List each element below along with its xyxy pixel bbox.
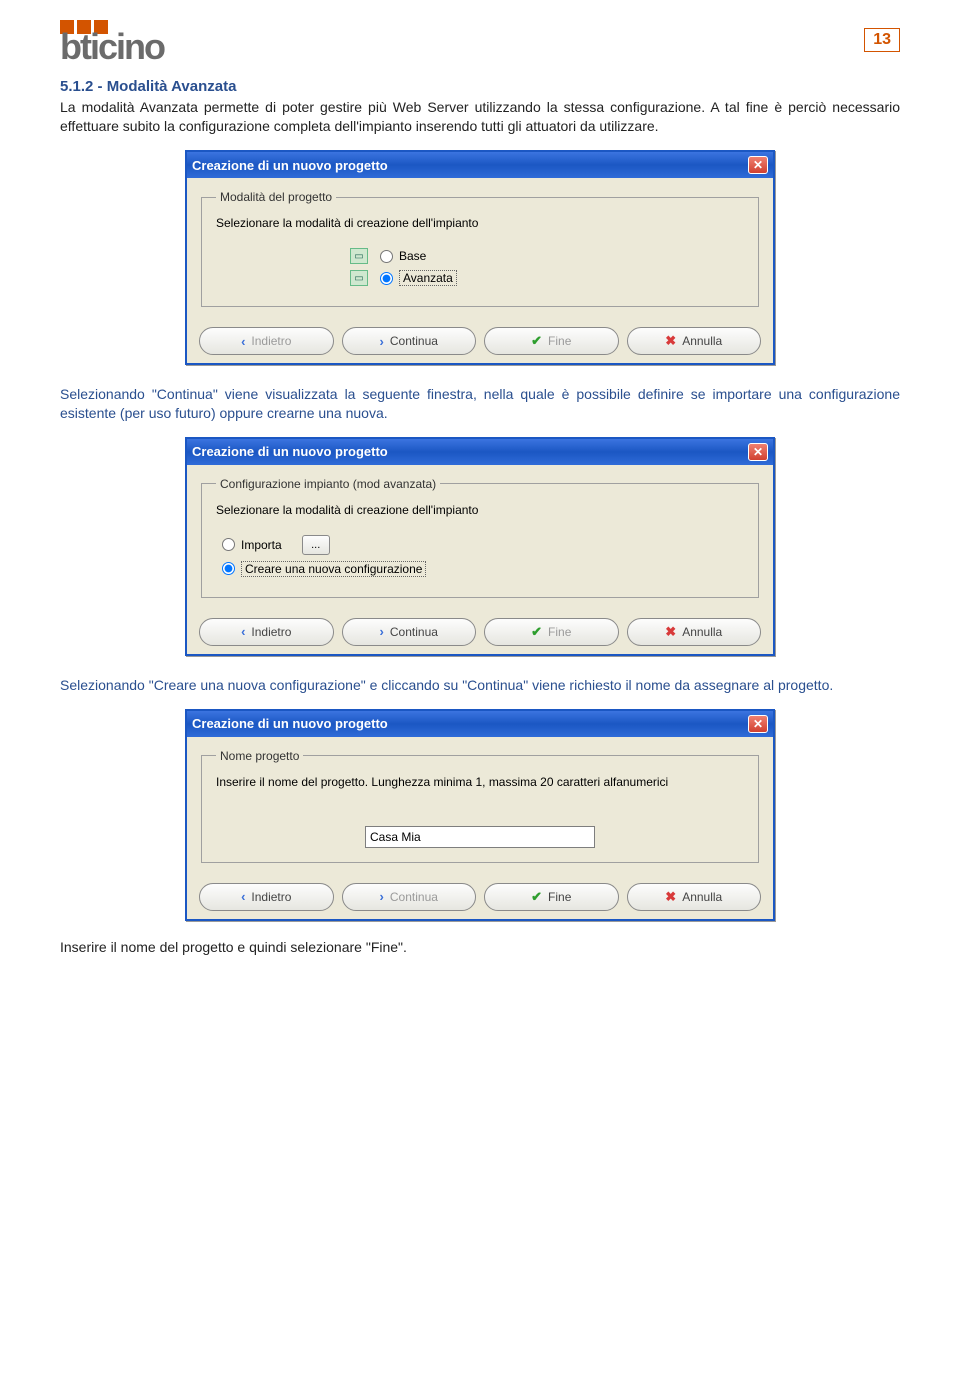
brand-logo: bticino <box>60 20 164 63</box>
instruction-text: Selezionare la modalità di creazione del… <box>216 216 744 230</box>
cancel-icon: ✖ <box>665 624 676 640</box>
chevron-left-icon: ‹ <box>241 334 245 349</box>
instruction-text: Selezionare la modalità di creazione del… <box>216 503 744 517</box>
close-icon[interactable]: ✕ <box>748 443 768 461</box>
intro-paragraph: La modalità Avanzata permette di poter g… <box>60 98 900 136</box>
browse-button[interactable]: ... <box>302 535 330 555</box>
radio-new-label: Creare una nuova configurazione <box>241 561 426 577</box>
radio-create-new[interactable] <box>222 562 235 575</box>
dialog-titlebar: Creazione di un nuovo progetto ✕ <box>187 439 773 465</box>
paragraph-3: Selezionando "Creare una nuova configura… <box>60 676 900 695</box>
radio-new-row[interactable]: Creare una nuova configurazione <box>222 561 744 577</box>
dialog-project-name: Creazione di un nuovo progetto ✕ Nome pr… <box>185 709 775 921</box>
radio-import-label: Importa <box>241 538 282 552</box>
dialog-button-bar: ‹Indietro ›Continua ✔Fine ✖Annulla <box>187 317 773 363</box>
chevron-left-icon: ‹ <box>241 889 245 904</box>
chevron-right-icon: › <box>380 624 384 639</box>
cancel-button[interactable]: ✖Annulla <box>627 618 762 646</box>
close-icon[interactable]: ✕ <box>748 715 768 733</box>
radio-import-row[interactable]: Importa ... <box>222 535 744 555</box>
page-header: bticino 13 <box>60 20 900 63</box>
check-icon: ✔ <box>531 889 542 905</box>
back-button[interactable]: ‹Indietro <box>199 327 334 355</box>
radio-avanzata-label: Avanzata <box>399 270 457 286</box>
radio-avanzata[interactable] <box>380 272 393 285</box>
page-number: 13 <box>873 31 891 48</box>
dialog-import-or-new: Creazione di un nuovo progetto ✕ Configu… <box>185 437 775 656</box>
radio-avanzata-row[interactable]: ▭ Avanzata <box>350 270 610 286</box>
check-icon: ✔ <box>531 333 542 349</box>
groupbox-config: Configurazione impianto (mod avanzata) S… <box>201 477 759 598</box>
group-legend: Modalità del progetto <box>216 190 336 204</box>
logo-text: bticino <box>60 31 164 63</box>
continue-button[interactable]: ›Continua <box>342 327 477 355</box>
doc-plus-icon: ▭ <box>350 270 368 286</box>
cancel-icon: ✖ <box>665 333 676 349</box>
chevron-right-icon: › <box>380 334 384 349</box>
continue-button[interactable]: ›Continua <box>342 618 477 646</box>
paragraph-2: Selezionando "Continua" viene visualizza… <box>60 385 900 423</box>
dialog-titlebar: Creazione di un nuovo progetto ✕ <box>187 152 773 178</box>
instruction-text: Inserire il nome del progetto. Lunghezza… <box>216 775 744 790</box>
close-icon[interactable]: ✕ <box>748 156 768 174</box>
dialog-project-mode: Creazione di un nuovo progetto ✕ Modalit… <box>185 150 775 365</box>
doc-icon: ▭ <box>350 248 368 264</box>
dialog-titlebar: Creazione di un nuovo progetto ✕ <box>187 711 773 737</box>
chevron-left-icon: ‹ <box>241 624 245 639</box>
dialog-button-bar: ‹Indietro ›Continua ✔Fine ✖Annulla <box>187 608 773 654</box>
cancel-button[interactable]: ✖Annulla <box>627 883 762 911</box>
dialog-title: Creazione di un nuovo progetto <box>192 158 388 173</box>
group-legend: Nome progetto <box>216 749 303 763</box>
radio-base-label: Base <box>399 249 426 263</box>
radio-base-row[interactable]: ▭ Base <box>350 248 610 264</box>
continue-button[interactable]: ›Continua <box>342 883 477 911</box>
finish-button[interactable]: ✔Fine <box>484 618 619 646</box>
page-number-box: 13 <box>864 28 900 52</box>
dialog-title: Creazione di un nuovo progetto <box>192 716 388 731</box>
cancel-button[interactable]: ✖Annulla <box>627 327 762 355</box>
groupbox-mode: Modalità del progetto Selezionare la mod… <box>201 190 759 307</box>
section-heading: 5.1.2 - Modalità Avanzata <box>60 78 900 95</box>
finish-button[interactable]: ✔Fine <box>484 327 619 355</box>
finish-button[interactable]: ✔Fine <box>484 883 619 911</box>
radio-import[interactable] <box>222 538 235 551</box>
dialog-button-bar: ‹Indietro ›Continua ✔Fine ✖Annulla <box>187 873 773 919</box>
check-icon: ✔ <box>531 624 542 640</box>
dialog-title: Creazione di un nuovo progetto <box>192 444 388 459</box>
group-legend: Configurazione impianto (mod avanzata) <box>216 477 440 491</box>
groupbox-name: Nome progetto Inserire il nome del proge… <box>201 749 759 863</box>
back-button[interactable]: ‹Indietro <box>199 618 334 646</box>
back-button[interactable]: ‹Indietro <box>199 883 334 911</box>
final-instruction: Inserire il nome del progetto e quindi s… <box>60 939 900 955</box>
chevron-right-icon: › <box>380 889 384 904</box>
radio-base[interactable] <box>380 250 393 263</box>
project-name-field[interactable] <box>365 826 595 848</box>
cancel-icon: ✖ <box>665 889 676 905</box>
